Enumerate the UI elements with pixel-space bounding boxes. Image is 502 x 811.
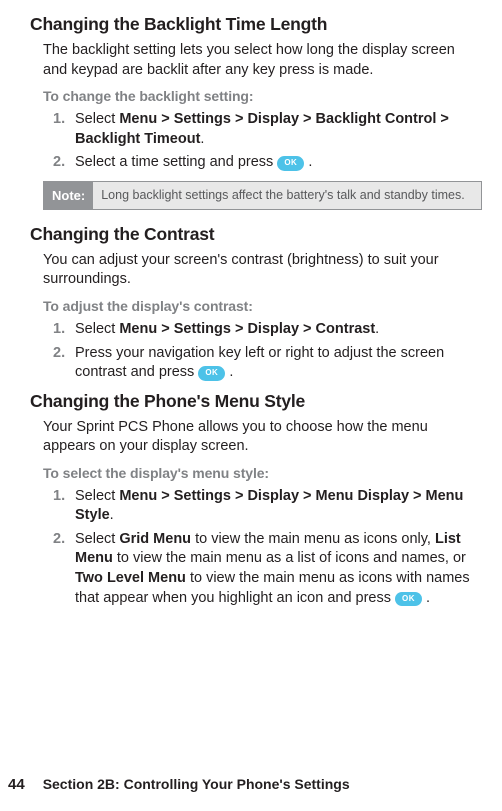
step-2: Select Grid Menu to view the main menu a… — [75, 530, 482, 608]
section-title: Section 2B: Controlling Your Phone's Set… — [43, 776, 350, 792]
menu-path: Menu > Settings > Display > Menu Display… — [75, 488, 463, 524]
step-1: Select Menu > Settings > Display > Menu … — [75, 487, 482, 526]
step-prefix: Select a time setting and press — [75, 154, 277, 170]
intro-contrast: You can adjust your screen's contrast (b… — [30, 251, 482, 290]
menu-path: Menu > Settings > Display > Backlight Co… — [75, 111, 449, 147]
subhead-backlight: To change the backlight setting: — [30, 88, 482, 104]
intro-menustyle: Your Sprint PCS Phone allows you to choo… — [30, 418, 482, 457]
note-label: Note: — [44, 182, 93, 209]
step-1: Select Menu > Settings > Display > Backl… — [75, 110, 482, 149]
ok-icon: OK — [395, 592, 422, 607]
page-number: 44 — [8, 776, 25, 793]
steps-menustyle: Select Menu > Settings > Display > Menu … — [30, 487, 482, 608]
step-suffix: . — [200, 131, 204, 147]
menu-path: Menu > Settings > Display > Contrast — [119, 321, 375, 337]
step-suffix: . — [422, 590, 430, 606]
ok-icon: OK — [198, 366, 225, 381]
step-suffix: . — [304, 154, 312, 170]
step-verb: Select — [75, 111, 115, 127]
intro-backlight: The backlight setting lets you select ho… — [30, 41, 482, 80]
option-two-level: Two Level Menu — [75, 570, 186, 586]
step-verb: Select — [75, 488, 115, 504]
subhead-contrast: To adjust the display's contrast: — [30, 298, 482, 314]
step-suffix: . — [225, 364, 233, 380]
heading-menustyle: Changing the Phone's Menu Style — [30, 391, 482, 412]
note-text: Long backlight settings affect the batte… — [93, 182, 481, 209]
step-2: Select a time setting and press OK . — [75, 153, 482, 173]
step-2: Press your navigation key left or right … — [75, 344, 482, 383]
steps-backlight: Select Menu > Settings > Display > Backl… — [30, 110, 482, 173]
step-prefix: Select — [75, 531, 119, 547]
document-page: Changing the Backlight Time Length The b… — [0, 0, 502, 608]
step-verb: Select — [75, 321, 115, 337]
ok-icon: OK — [277, 156, 304, 171]
step-prefix: Press your navigation key left or right … — [75, 345, 444, 381]
step-suffix: . — [375, 321, 379, 337]
step-1: Select Menu > Settings > Display > Contr… — [75, 320, 482, 340]
page-footer: 44 Section 2B: Controlling Your Phone's … — [0, 776, 502, 793]
heading-contrast: Changing the Contrast — [30, 224, 482, 245]
note-box: Note: Long backlight settings affect the… — [43, 181, 482, 210]
step-mid2: to view the main menu as a list of icons… — [113, 550, 466, 566]
subhead-menustyle: To select the display's menu style: — [30, 465, 482, 481]
option-grid: Grid Menu — [119, 531, 191, 547]
heading-backlight: Changing the Backlight Time Length — [30, 14, 482, 35]
steps-contrast: Select Menu > Settings > Display > Contr… — [30, 320, 482, 383]
step-mid1: to view the main menu as icons only, — [191, 531, 435, 547]
step-suffix: . — [110, 507, 114, 523]
